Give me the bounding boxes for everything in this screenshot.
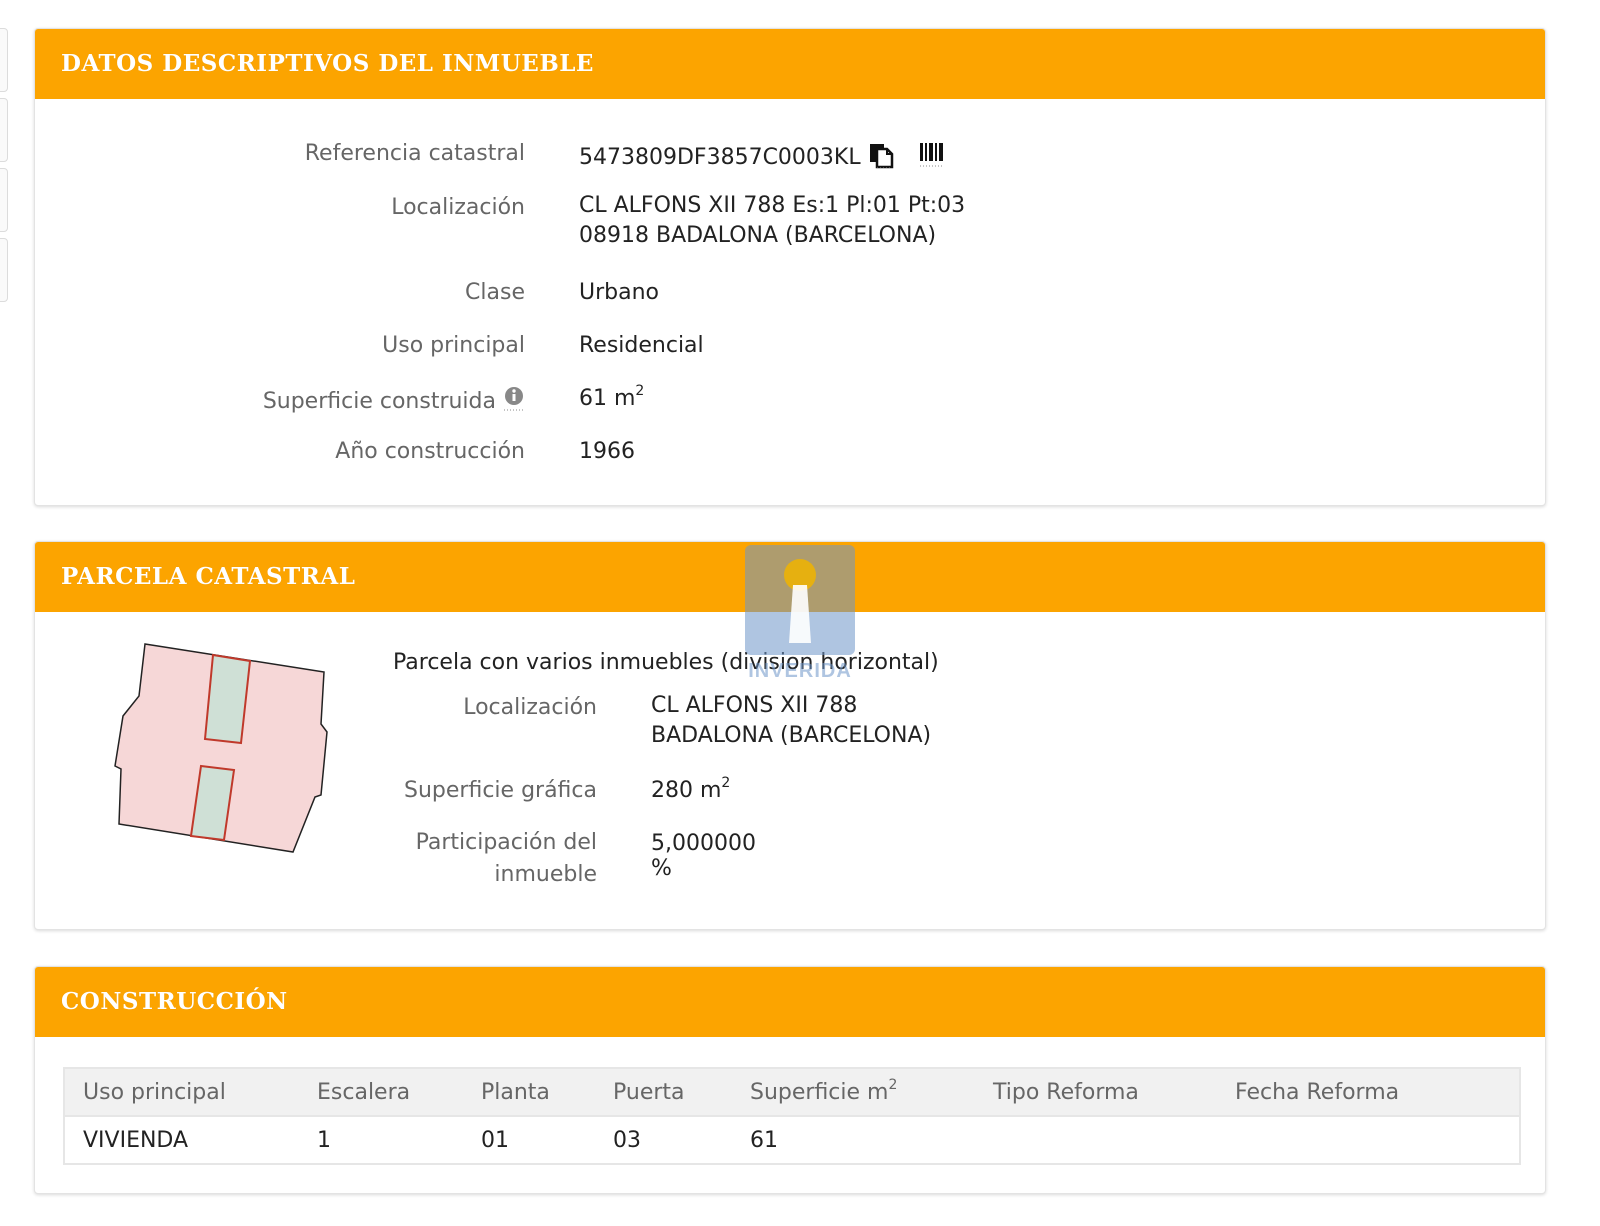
parcela-description: Parcela con varios inmuebles (division h… xyxy=(393,650,939,675)
col-header-tipo-reforma: Tipo Reforma xyxy=(975,1068,1217,1117)
parcela-participacion-label-line2: inmueble xyxy=(494,862,597,887)
uso-value: Residencial xyxy=(579,333,704,358)
referencia-value[interactable]: 5473809DF3857C0003KL xyxy=(579,145,861,170)
parcel-map[interactable] xyxy=(111,642,331,856)
superficie-label: Superficie construida xyxy=(262,389,496,414)
construccion-table: Uso principal Escalera Planta Puerta Sup… xyxy=(63,1067,1521,1165)
referencia-label: Referencia catastral xyxy=(304,141,525,166)
parcela-participacion-value: 5,000000 % xyxy=(651,831,756,881)
localizacion-label: Localización xyxy=(391,195,525,220)
parcela-superficie-value: 280 m xyxy=(651,778,722,803)
cell-puerta: 03 xyxy=(613,1127,641,1153)
cell-planta: 01 xyxy=(481,1127,509,1153)
anio-label: Año construcción xyxy=(335,439,525,464)
parcela-superficie-label: Superficie gráfica xyxy=(404,778,597,803)
col-header-superficie: Superficie m2 xyxy=(732,1068,975,1117)
parcela-superficie-unit-sup: 2 xyxy=(721,775,731,791)
copy-icon[interactable] xyxy=(868,141,894,175)
cell-superficie: 61 xyxy=(750,1127,778,1153)
col-header-fecha-reforma: Fecha Reforma xyxy=(1217,1068,1520,1117)
cell-fecha-reforma xyxy=(1217,1116,1520,1164)
datos-panel-title: DATOS DESCRIPTIVOS DEL INMUEBLE xyxy=(35,29,1545,99)
construccion-panel-title: CONSTRUCCIÓN xyxy=(35,967,1545,1037)
col-header-superficie-label: Superficie m xyxy=(750,1079,889,1105)
table-row: VIVIENDA 1 01 03 61 xyxy=(64,1116,1520,1164)
cell-tipo-reforma xyxy=(975,1116,1217,1164)
parcela-participacion-label-line1: Participación del xyxy=(415,830,597,855)
localizacion-line2: 08918 BADALONA (BARCELONA) xyxy=(579,223,937,248)
side-tab[interactable] xyxy=(0,28,8,92)
superficie-unit-sup: 2 xyxy=(635,383,645,399)
parcela-localizacion-label: Localización xyxy=(463,695,597,720)
col-header-uso: Uso principal xyxy=(64,1068,299,1117)
col-header-escalera: Escalera xyxy=(299,1068,463,1117)
barcode-icon[interactable] xyxy=(919,141,945,175)
col-header-puerta: Puerta xyxy=(595,1068,732,1117)
side-tab[interactable] xyxy=(0,168,8,232)
col-header-superficie-sup: 2 xyxy=(888,1076,898,1093)
uso-label: Uso principal xyxy=(382,333,525,358)
cell-uso: VIVIENDA xyxy=(83,1127,189,1153)
parcela-localizacion-line2: BADALONA (BARCELONA) xyxy=(651,723,932,748)
construccion-panel: CONSTRUCCIÓN Uso principal Escalera Plan… xyxy=(34,966,1546,1194)
superficie-value: 61 m xyxy=(579,386,636,411)
parcela-localizacion-line1: CL ALFONS XII 788 xyxy=(651,693,858,718)
watermark-logo xyxy=(745,545,855,655)
watermark-text: INVERIDA xyxy=(748,660,852,682)
anio-value: 1966 xyxy=(579,439,635,464)
datos-panel: DATOS DESCRIPTIVOS DEL INMUEBLE Referenc… xyxy=(34,28,1546,506)
clase-label: Clase xyxy=(465,280,525,305)
info-icon[interactable] xyxy=(503,386,525,418)
side-tab[interactable] xyxy=(0,98,8,162)
table-header-row: Uso principal Escalera Planta Puerta Sup… xyxy=(64,1068,1520,1117)
side-tab[interactable] xyxy=(0,238,8,302)
clase-value: Urbano xyxy=(579,280,659,305)
cell-escalera: 1 xyxy=(317,1127,331,1153)
localizacion-line1: CL ALFONS XII 788 Es:1 Pl:01 Pt:03 xyxy=(579,193,966,218)
col-header-planta: Planta xyxy=(463,1068,595,1117)
